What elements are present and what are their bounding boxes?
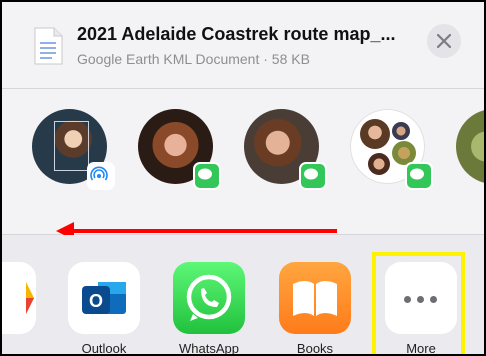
maps-app-icon [26, 282, 34, 314]
contact-avatar[interactable] [244, 109, 327, 190]
svg-text:O: O [89, 291, 103, 311]
contact-avatar[interactable] [138, 109, 221, 190]
contact-avatar[interactable] [456, 109, 484, 184]
books-label: Books [296, 341, 334, 356]
messages-icon [198, 168, 212, 180]
group-member-photo [360, 119, 390, 149]
outlook-app-button[interactable]: O [68, 262, 140, 334]
messages-badge [405, 162, 433, 190]
file-title: 2021 Adelaide Coastrek route map_... [77, 24, 396, 44]
yellow-highlight-annotation [372, 252, 465, 354]
file-subtitle: Google Earth KML Document · 58 KB [77, 51, 310, 67]
close-button[interactable] [427, 24, 461, 58]
books-icon [293, 281, 337, 316]
whatsapp-app-button[interactable] [173, 262, 245, 334]
photo-frame [54, 121, 89, 171]
group-avatar[interactable] [350, 109, 433, 190]
contact-avatar[interactable] [32, 109, 115, 190]
airdrop-badge [87, 162, 115, 190]
whatsapp-label: WhatsApp [179, 341, 239, 356]
outlook-label: Outlook [81, 341, 127, 356]
airdrop-icon [90, 166, 108, 181]
share-sheet: 2021 Adelaide Coastrek route map_... Goo… [0, 0, 486, 356]
messages-badge [299, 162, 327, 190]
outlook-icon: O [82, 282, 126, 314]
messages-icon [304, 168, 318, 180]
whatsapp-icon [186, 274, 232, 321]
share-sheet-header: 2021 Adelaide Coastrek route map_... Goo… [2, 2, 484, 89]
group-member-photo [392, 122, 410, 140]
messages-icon [410, 168, 424, 180]
close-icon [437, 34, 451, 48]
partial-app-icon[interactable] [2, 262, 36, 334]
document-icon [34, 27, 63, 65]
airdrop-people-row [2, 89, 484, 240]
books-app-button[interactable] [279, 262, 351, 334]
messages-badge [193, 162, 221, 190]
group-member-photo [368, 153, 390, 175]
